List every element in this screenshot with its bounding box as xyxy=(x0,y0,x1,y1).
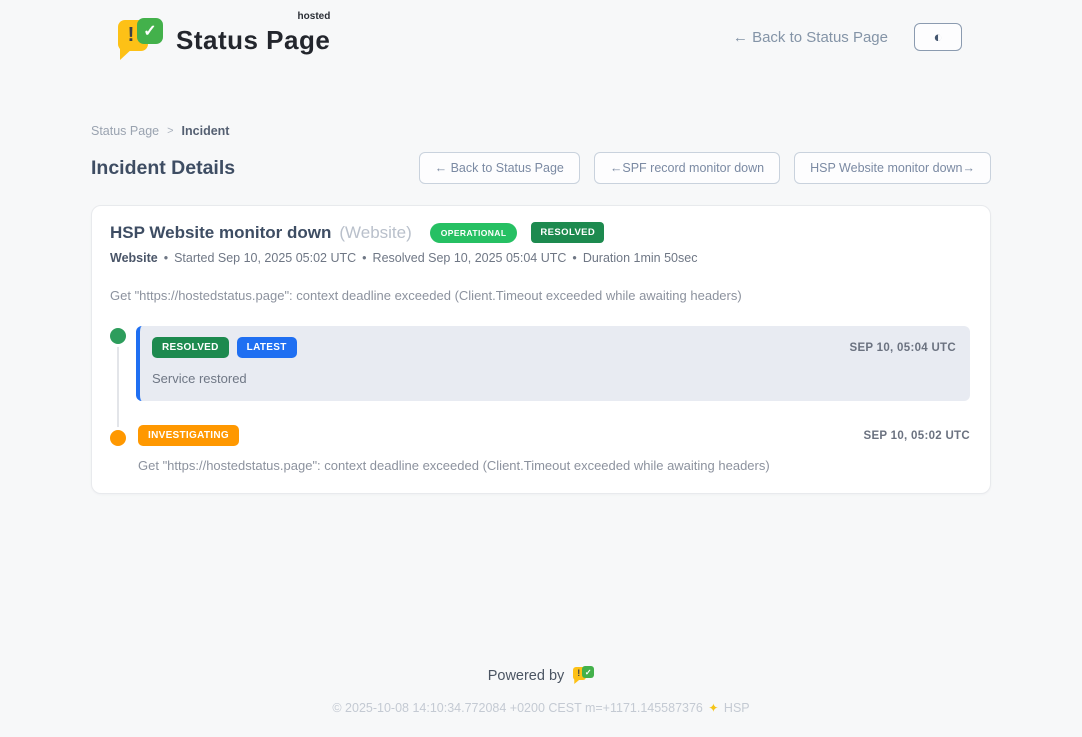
logo-hosted-label: hosted xyxy=(298,11,331,22)
timeline-entry-investigating: INVESTIGATING SEP 10, 05:02 UTC Get "htt… xyxy=(110,425,970,473)
powered-by-link[interactable]: Powered by ! ✓ xyxy=(488,666,595,685)
timeline-message: Get "https://hostedstatus.page": context… xyxy=(138,458,970,473)
breadcrumb: Status Page > Incident xyxy=(91,124,991,138)
timeline-entry-resolved: RESOLVED LATEST SEP 10, 05:04 UTC Servic… xyxy=(110,326,970,401)
logo-title: Status Page xyxy=(176,25,330,55)
meta-bullet: • xyxy=(572,251,576,265)
investigating-status-badge: INVESTIGATING xyxy=(138,425,239,446)
incident-meta: Website • Started Sep 10, 2025 05:02 UTC… xyxy=(110,251,970,265)
copyright-text: © 2025-10-08 14:10:34.772084 +0200 CEST … xyxy=(332,701,703,715)
timeline-entry-content: INVESTIGATING SEP 10, 05:02 UTC Get "htt… xyxy=(138,425,970,473)
incident-card: HSP Website monitor down (Website) OPERA… xyxy=(91,205,991,494)
dark-mode-icon: ◐ xyxy=(933,30,942,45)
meta-component: Website xyxy=(110,251,158,265)
meta-duration: Duration 1min 50sec xyxy=(583,251,698,265)
incident-component: (Website) xyxy=(339,223,411,243)
sparkles-icon: ✦ xyxy=(708,701,718,715)
incident-description: Get "https://hostedstatus.page": context… xyxy=(110,288,970,303)
main-content: Status Page > Incident Incident Details … xyxy=(91,74,991,494)
page-title: Incident Details xyxy=(91,157,235,180)
meta-bullet: • xyxy=(362,251,366,265)
timeline-dot-investigating xyxy=(110,430,126,446)
timeline-dot-resolved xyxy=(110,328,126,344)
header-back-link[interactable]: ← Back to Status Page xyxy=(733,29,888,46)
footer-logo-icon: ! ✓ xyxy=(573,666,594,685)
next-incident-button[interactable]: HSP Website monitor down→ xyxy=(794,152,991,184)
resolved-status-badge: RESOLVED xyxy=(152,337,229,358)
timeline-entry-header: RESOLVED LATEST SEP 10, 05:04 UTC xyxy=(152,337,956,358)
incident-timeline: RESOLVED LATEST SEP 10, 05:04 UTC Servic… xyxy=(110,326,970,473)
breadcrumb-status-page[interactable]: Status Page xyxy=(91,124,159,138)
latest-tag-badge: LATEST xyxy=(237,337,297,358)
footer-brand: HSP xyxy=(724,701,750,715)
logo-bubble-tail xyxy=(574,679,580,684)
timeline-entry-header: INVESTIGATING SEP 10, 05:02 UTC xyxy=(138,425,970,446)
prev-incident-button[interactable]: ←SPF record monitor down xyxy=(594,152,780,184)
footer: Powered by ! ✓ © 2025-10-08 14:10:34.772… xyxy=(0,666,1082,737)
app-logo[interactable]: ! ✓ Status Page hosted xyxy=(118,17,330,57)
check-box-shape: ✓ xyxy=(137,18,163,44)
incident-title-row: HSP Website monitor down (Website) OPERA… xyxy=(110,222,970,243)
checkmark-icon: ✓ xyxy=(143,21,156,41)
check-box-shape: ✓ xyxy=(582,666,594,678)
header: ! ✓ Status Page hosted ← Back to Status … xyxy=(0,0,1082,74)
breadcrumb-incident: Incident xyxy=(182,124,230,138)
meta-started: Started Sep 10, 2025 05:02 UTC xyxy=(174,251,356,265)
timeline-timestamp: SEP 10, 05:02 UTC xyxy=(863,430,970,442)
meta-resolved: Resolved Sep 10, 2025 05:04 UTC xyxy=(373,251,567,265)
theme-toggle-button[interactable]: ◐ xyxy=(914,23,962,51)
status-page-logo-icon: ! ✓ xyxy=(118,17,164,57)
header-actions: ← Back to Status Page ◐ xyxy=(733,23,962,51)
timeline-timestamp: SEP 10, 05:04 UTC xyxy=(849,342,956,354)
checkmark-icon: ✓ xyxy=(585,668,592,677)
meta-bullet: • xyxy=(164,251,168,265)
timeline-entry-badges: RESOLVED LATEST xyxy=(152,337,297,358)
back-to-status-page-button[interactable]: ← Back to Status Page xyxy=(419,152,580,184)
breadcrumb-separator: > xyxy=(167,125,173,137)
title-row: Incident Details ← Back to Status Page ←… xyxy=(91,152,991,184)
logo-text-wrap: Status Page hosted xyxy=(176,17,330,56)
timeline-message: Service restored xyxy=(152,371,956,386)
incident-title: HSP Website monitor down xyxy=(110,223,331,243)
timeline-latest-update-box: RESOLVED LATEST SEP 10, 05:04 UTC Servic… xyxy=(136,326,970,401)
incident-nav-buttons: ← Back to Status Page ←SPF record monito… xyxy=(419,152,991,184)
copyright-line: © 2025-10-08 14:10:34.772084 +0200 CEST … xyxy=(0,701,1082,715)
timeline-entry-badges: INVESTIGATING xyxy=(138,425,239,446)
powered-by-label: Powered by xyxy=(488,668,565,684)
operational-badge: OPERATIONAL xyxy=(430,223,518,243)
resolved-badge: RESOLVED xyxy=(531,222,604,243)
